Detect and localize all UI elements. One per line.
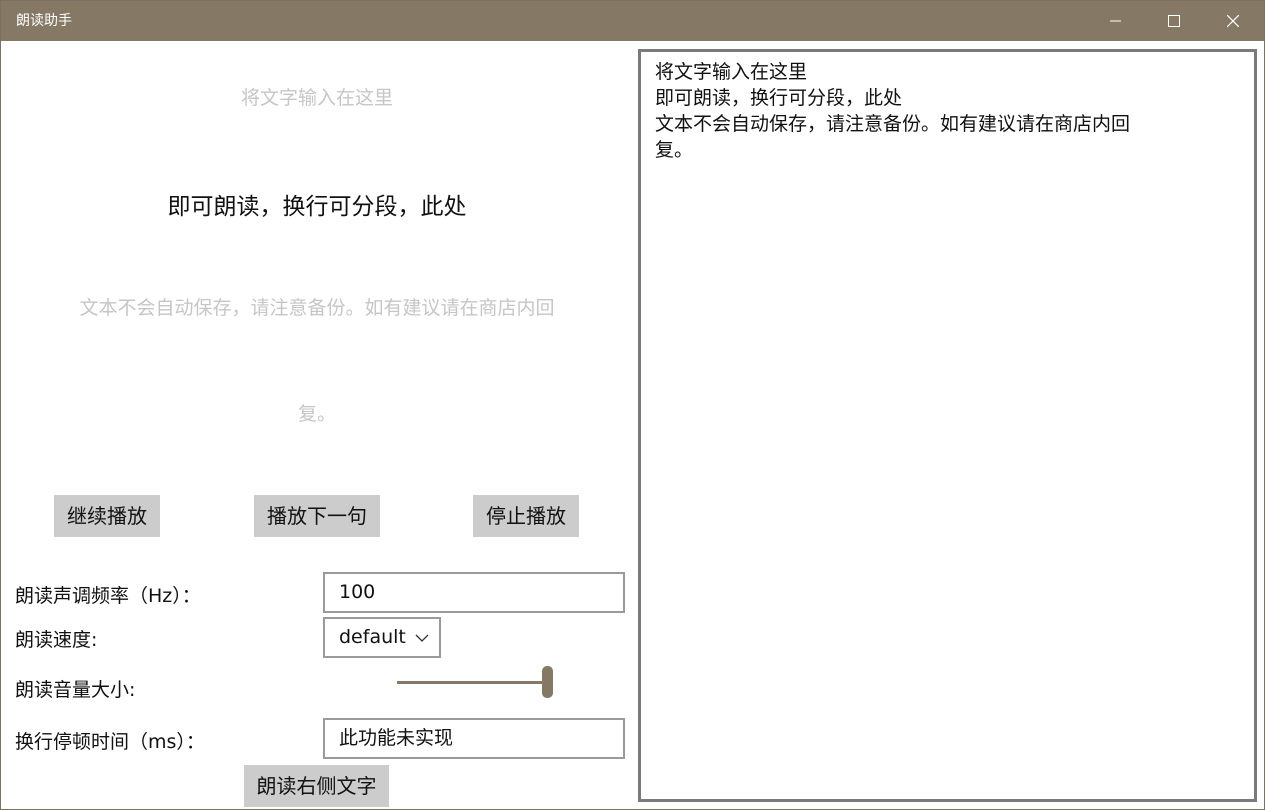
speed-select[interactable]: default <box>323 617 441 658</box>
app-window: 朗读助手 将文字输入在这里 即可朗读，换行可分段，此处 文本不会自动保存，请注意… <box>0 0 1265 810</box>
volume-slider-thumb[interactable] <box>542 666 553 698</box>
editor-line: 复。 <box>655 139 694 161</box>
next-sentence-button[interactable]: 播放下一句 <box>254 495 380 537</box>
chevron-down-icon <box>415 634 429 642</box>
minimize-icon <box>1110 20 1121 22</box>
close-button[interactable] <box>1205 1 1261 41</box>
read-right-text-button[interactable]: 朗读右侧文字 <box>244 765 389 807</box>
pitch-label: 朗读声调频率（Hz）： <box>15 585 201 607</box>
maximize-button[interactable] <box>1146 1 1202 41</box>
text-editor[interactable]: 将文字输入在这里 即可朗读，换行可分段，此处 文本不会自动保存，请注意备份。如有… <box>638 49 1257 802</box>
editor-line: 文本不会自动保存，请注意备份。如有建议请在商店内回 <box>655 113 1131 135</box>
preview-line: 将文字输入在这里 <box>240 87 393 109</box>
volume-label: 朗读音量大小: <box>15 679 136 701</box>
title-bar[interactable]: 朗读助手 <box>1 1 1264 41</box>
stop-button[interactable]: 停止播放 <box>473 495 579 537</box>
speed-label: 朗读速度: <box>15 629 98 651</box>
maximize-icon <box>1168 15 1180 27</box>
speed-select-value: default <box>339 626 406 648</box>
preview-line: 文本不会自动保存，请注意备份。如有建议请在商店内回 <box>79 297 555 319</box>
editor-line: 即可朗读，换行可分段，此处 <box>655 87 903 109</box>
preview-line: 复。 <box>297 403 336 425</box>
pause-input[interactable]: 此功能未实现 <box>323 718 625 759</box>
continue-button[interactable]: 继续播放 <box>54 495 160 537</box>
minimize-button[interactable] <box>1088 1 1144 41</box>
preview-line-current: 即可朗读，换行可分段，此处 <box>167 194 467 220</box>
editor-line: 将文字输入在这里 <box>655 61 808 83</box>
pause-label: 换行停顿时间（ms）： <box>15 731 205 753</box>
volume-slider-track[interactable] <box>397 681 549 684</box>
pitch-input[interactable]: 100 <box>323 572 625 613</box>
window-title: 朗读助手 <box>16 13 72 29</box>
close-icon <box>1227 15 1239 27</box>
